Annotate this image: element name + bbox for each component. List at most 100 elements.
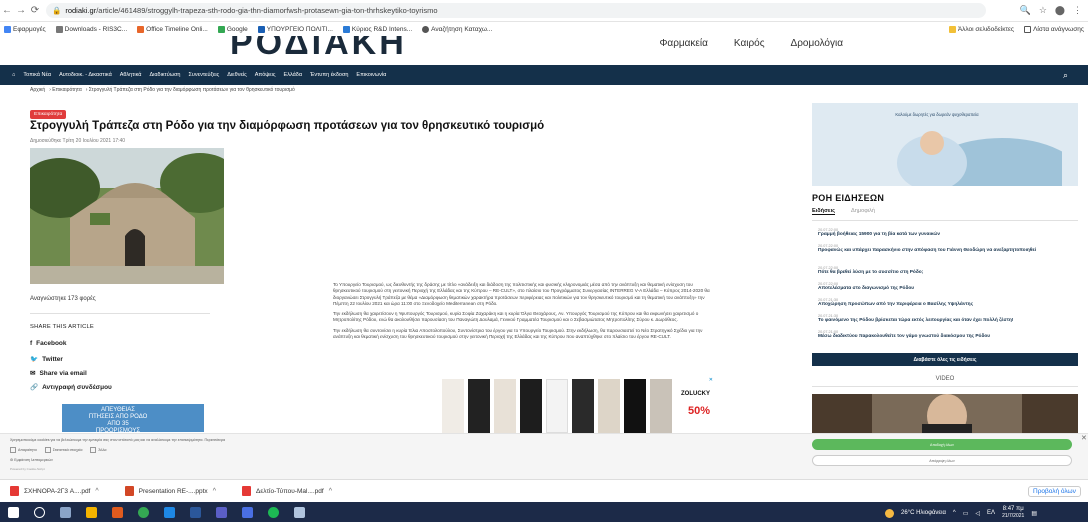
news-item[interactable]: 20.07.21:30 Το φαινόμενο της Ρόδου βρίσκε… [818, 314, 1078, 324]
windows-start-icon[interactable] [8, 506, 19, 518]
bookmark-downloads[interactable]: Downloads - RIS3C... [55, 25, 127, 33]
nav-item-sports[interactable]: Αθλητικά [120, 72, 142, 78]
task-view-icon[interactable] [60, 506, 71, 518]
nav-item-greece[interactable]: Ελλάδα [284, 72, 303, 78]
download-item[interactable]: ΣΧΗΝΟΡΑ-2Γ3 A....pdf ^ [10, 486, 99, 496]
app-icon[interactable] [242, 506, 253, 518]
show-all-downloads-button[interactable]: Προβολή όλων [1028, 486, 1081, 497]
cookie-accept-button[interactable]: Αποδοχή όλων [812, 439, 1072, 450]
home-icon[interactable]: ⌂ [12, 72, 15, 78]
nav-item-online[interactable]: Διαδικτύωση [149, 72, 180, 78]
bookmark-google[interactable]: Google [217, 25, 248, 33]
address-bar[interactable]: 🔒 rodiaki.gr/article/461489/stroggylh-tr… [46, 3, 986, 18]
nav-item-local[interactable]: Τοπικά Νέα [23, 72, 51, 78]
news-item[interactable]: 20.07.22:00 Προφανώς και υπάρχει παρασκήν… [818, 244, 1078, 254]
share-facebook-link[interactable]: f Facebook [30, 340, 67, 347]
network-icon[interactable]: ▭ [963, 510, 969, 517]
article-paragraph: Την εκδήλωση θα συντονίσει η κυρία Έλια … [333, 327, 703, 340]
teams-icon[interactable] [216, 506, 227, 518]
copy-link[interactable]: 🔗 Αντιγραφή συνδέσμου [30, 383, 112, 392]
checkbox[interactable] [44, 447, 51, 453]
bookmark-other[interactable]: Άλλοι σελιδοδείκτες [948, 25, 1014, 33]
downloads-shelf: ΣΧΗΝΟΡΑ-2Γ3 A....pdf ^ Presentation RE-..… [0, 479, 1088, 502]
flight-ad[interactable]: ΑΠΕΥΘΕΙΑΣ ΠΤΗΣΕΙΣ ΑΠΟ ΡΟΔΟ ΑΠΟ 35 ΠΡΟΟΡΙ… [62, 404, 204, 432]
notifications-icon[interactable]: ▤ [1031, 510, 1037, 517]
news-item[interactable]: 20.07.21:30 Αποχώρηση προσώπων από την πε… [818, 298, 1078, 308]
category-badge[interactable]: Επικαιρότητα [30, 110, 67, 119]
cookie-option-statistics[interactable]: Στατιστικά στοιχεία [44, 447, 82, 453]
back-icon[interactable]: ← [0, 5, 14, 16]
cookie-close-icon[interactable]: ✕ [1081, 434, 1087, 442]
checkbox[interactable] [10, 447, 16, 453]
checkbox[interactable] [90, 447, 97, 453]
bookmark-search[interactable]: Αναζήτηση Καταχω... [422, 25, 492, 33]
breadcrumb-section[interactable]: Επικαιρότητα [52, 87, 81, 93]
header-link-pharmacies[interactable]: Φαρμακεία [659, 38, 707, 49]
header-link-weather[interactable]: Καιρός [734, 38, 765, 49]
outlook-icon[interactable] [164, 506, 175, 518]
chrome-icon[interactable] [138, 506, 149, 518]
bookmark-apps[interactable]: Εφαρμογές [4, 25, 46, 33]
header-link-schedules[interactable]: Δρομολόγια [791, 38, 843, 49]
bookmark-ministry[interactable]: ΥΠΟΥΡΓΕΙΟ ΠΟΛΙΤΙ... [257, 25, 333, 33]
chevron-up-icon[interactable]: ^ [953, 510, 956, 516]
word-icon[interactable] [190, 506, 201, 518]
breadcrumb-home[interactable]: Αρχική [30, 87, 45, 93]
share-twitter-link[interactable]: 🐦 Twitter [30, 355, 63, 364]
chevron-up-icon[interactable]: ^ [213, 488, 216, 495]
cookie-details-link[interactable]: ⚙ Εμφάνιση λεπτομερειών [10, 458, 53, 462]
browser-toolbar: ← → ⟳ 🔒 rodiaki.gr/article/461489/strogg… [0, 0, 1088, 22]
all-news-button[interactable]: Διαβάστε όλες τις ειδήσεις [812, 353, 1078, 366]
news-feed-tabs: Ειδήσεις Δημοφιλή [812, 208, 875, 215]
download-item[interactable]: Presentation RE-....pptx ^ [124, 486, 216, 496]
nav-item-opinions[interactable]: Απόψεις [255, 72, 276, 78]
forward-icon[interactable]: → [14, 5, 28, 16]
url-path: /article/461489/stroggylh-trapeza-sth-ro… [96, 6, 438, 15]
system-tray: 26°C Ηλιοφάνεια ^ ▭ ◁ ΕΛ 8:47 πμ 21/7/20… [885, 506, 1037, 520]
divider [30, 313, 210, 314]
chevron-up-icon[interactable]: ^ [95, 488, 98, 495]
office-icon[interactable] [112, 506, 123, 518]
cookie-option-necessary[interactable]: Απαραίτητα [10, 447, 37, 453]
news-item[interactable]: 20.07.22:00 Πότε θα βρεθεί λύση με το συσ… [818, 266, 1078, 276]
nav-item-print[interactable]: Έντυπη έκδοση [310, 72, 348, 78]
nav-item-municipal[interactable]: Αυτοδιοικ. - Δικαστικά [59, 72, 112, 78]
zoom-icon[interactable]: 🔍 [1020, 5, 1031, 16]
cookie-option-other[interactable]: Άλλα [90, 447, 106, 453]
tab-popular[interactable]: Δημοφιλή [851, 208, 875, 215]
news-item[interactable]: 20.07.22:00 Αποτελέσματα στο διαγωνισμό τ… [818, 282, 1078, 292]
cookie-decline-button[interactable]: Απόρριψη όλων [812, 455, 1072, 466]
search-icon[interactable]: ⌕ [1063, 70, 1068, 81]
site-logo[interactable]: ΡΟΔΙΑΚΗ [230, 36, 407, 63]
news-item[interactable]: 20.07.22:00 Γραμμή βοήθειας 15900 για τη … [818, 228, 1078, 238]
bookmark-reading-list[interactable]: Λίστα ανάγνωσης [1024, 25, 1084, 33]
nav-item-interviews[interactable]: Συνεντεύξεις [189, 72, 220, 78]
ad-close-icon[interactable]: ✕ [709, 377, 713, 383]
share-email-link[interactable]: ✉ Share via email [30, 369, 87, 378]
weather-text[interactable]: 26°C Ηλιοφάνεια [901, 510, 946, 516]
volume-icon[interactable]: ◁ [975, 510, 980, 517]
chevron-up-icon[interactable]: ^ [329, 488, 332, 495]
video-thumbnail[interactable] [812, 394, 1078, 434]
file-explorer-icon[interactable] [86, 506, 97, 518]
bookmark-office-timeline[interactable]: Office Timeline Onli... [137, 25, 208, 33]
article-paragraph: Το Υπουργείο Τουρισμού, ως διευθυντής τη… [333, 282, 710, 306]
reload-icon[interactable]: ⟳ [28, 5, 42, 16]
clock[interactable]: 8:47 πμ 21/7/2021 [1002, 506, 1024, 520]
language-indicator[interactable]: ΕΛ [987, 510, 995, 516]
app-icon[interactable] [268, 506, 279, 518]
download-item[interactable]: Δελτίο-Τύπου-Mal....pdf ^ [241, 486, 332, 496]
tab-news[interactable]: Ειδήσεις [812, 208, 836, 215]
nav-item-international[interactable]: Διεθνείς [227, 72, 246, 78]
nav-item-contact[interactable]: Επικοινωνία [356, 72, 386, 78]
search-icon[interactable] [34, 506, 45, 518]
doc-icon [55, 25, 63, 33]
fashion-ad[interactable]: ZOLUCKY 50% ✕ [438, 375, 716, 433]
sidebar-ad[interactable]: Καλούμε δωρητές για δωρεάν ψυχοθεραπεία [812, 103, 1078, 186]
profile-icon[interactable]: ⬤ [1055, 5, 1065, 16]
bookmark-rd[interactable]: Κύριος R&D Intens... [342, 25, 412, 33]
star-icon[interactable]: ☆ [1039, 5, 1047, 16]
news-item[interactable]: 20.07.21:00 Μέσω διαδικτύου παρακολουθείτ… [818, 330, 1078, 340]
app-icon[interactable] [294, 506, 305, 518]
menu-icon[interactable]: ⋮ [1073, 5, 1082, 16]
